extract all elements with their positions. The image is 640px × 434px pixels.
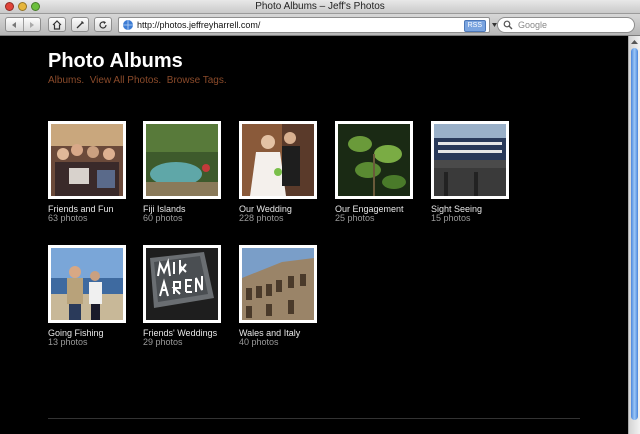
home-icon xyxy=(52,19,62,30)
hangar-photo-image xyxy=(434,124,506,196)
album-count: 13 photos xyxy=(48,337,88,347)
nav-browse-tags-link[interactable]: Browse Tags. xyxy=(167,75,227,86)
home-button[interactable] xyxy=(48,17,66,32)
nav-albums-link[interactable]: Albums. xyxy=(48,75,84,86)
album-thumbnail[interactable] xyxy=(335,121,413,199)
colosseum-photo-image xyxy=(242,248,314,320)
plant-photo-image xyxy=(338,124,410,196)
album-sight-seeing[interactable]: Sight Seeing 15 photos xyxy=(431,121,509,223)
nav-view-all-photos-link[interactable]: View All Photos. xyxy=(90,75,162,86)
footer-divider xyxy=(48,418,580,419)
browser-toolbar: http://photos.jeffreyharrell.com/ RSS xyxy=(0,14,640,36)
reload-button[interactable] xyxy=(94,17,112,32)
album-wales-and-italy[interactable]: Wales and Italy 40 photos xyxy=(239,245,317,347)
edit-bookmark-button[interactable] xyxy=(71,17,89,32)
album-count: 40 photos xyxy=(239,337,279,347)
window-title: Photo Albums – Jeff's Photos xyxy=(255,1,385,12)
group-photo-image xyxy=(51,124,123,196)
album-fiji-islands[interactable]: Fiji Islands 60 photos xyxy=(143,121,221,223)
address-url: http://photos.jeffreyharrell.com/ xyxy=(137,20,261,30)
album-count: 25 photos xyxy=(335,213,375,223)
album-count: 60 photos xyxy=(143,213,183,223)
album-going-fishing[interactable]: Going Fishing 13 photos xyxy=(48,245,126,347)
scrollbar-thumb[interactable] xyxy=(631,48,638,420)
album-count: 29 photos xyxy=(143,337,183,347)
album-thumbnail[interactable] xyxy=(431,121,509,199)
couple-photo-image xyxy=(51,248,123,320)
back-arrow-icon xyxy=(12,21,17,28)
album-thumbnail[interactable] xyxy=(48,245,126,323)
search-input[interactable] xyxy=(518,19,628,31)
album-thumbnail[interactable] xyxy=(48,121,126,199)
pool-photo-image xyxy=(146,124,218,196)
back-button[interactable] xyxy=(6,18,23,31)
album-thumbnail[interactable] xyxy=(239,121,317,199)
address-bar[interactable]: http://photos.jeffreyharrell.com/ RSS xyxy=(118,17,490,33)
album-thumbnail[interactable] xyxy=(143,245,221,323)
wedding-photo-image xyxy=(242,124,314,196)
forward-button[interactable] xyxy=(22,18,41,31)
album-friends-and-fun[interactable]: Friends and Fun 63 photos xyxy=(48,121,126,223)
vertical-scrollbar[interactable] xyxy=(628,36,640,434)
search-icon xyxy=(503,20,513,30)
album-thumbnail[interactable] xyxy=(239,245,317,323)
page-content: Photo Albums Albums. View All Photos. Br… xyxy=(0,36,628,434)
album-our-engagement[interactable]: Our Engagement 25 photos xyxy=(335,121,413,223)
scroll-up-icon[interactable] xyxy=(629,38,640,46)
reload-icon xyxy=(99,20,107,29)
search-field[interactable] xyxy=(497,17,635,33)
album-thumbnail[interactable] xyxy=(143,121,221,199)
globe-icon xyxy=(123,20,133,30)
album-count: 15 photos xyxy=(431,213,471,223)
back-forward-buttons xyxy=(5,17,41,32)
album-our-wedding[interactable]: Our Wedding 228 photos xyxy=(239,121,317,223)
album-count: 228 photos xyxy=(239,213,284,223)
page-nav: Albums. View All Photos. Browse Tags. xyxy=(48,75,227,86)
album-count: 63 photos xyxy=(48,213,88,223)
album-friends-weddings[interactable]: Friends' Weddings 29 photos xyxy=(143,245,221,347)
window-title-bar: Photo Albums – Jeff's Photos xyxy=(0,0,640,14)
page-title: Photo Albums xyxy=(48,50,183,72)
forward-arrow-icon xyxy=(29,21,34,28)
car-window-photo-image xyxy=(146,248,218,320)
rss-button[interactable]: RSS xyxy=(463,20,486,32)
pencil-icon xyxy=(76,20,84,28)
